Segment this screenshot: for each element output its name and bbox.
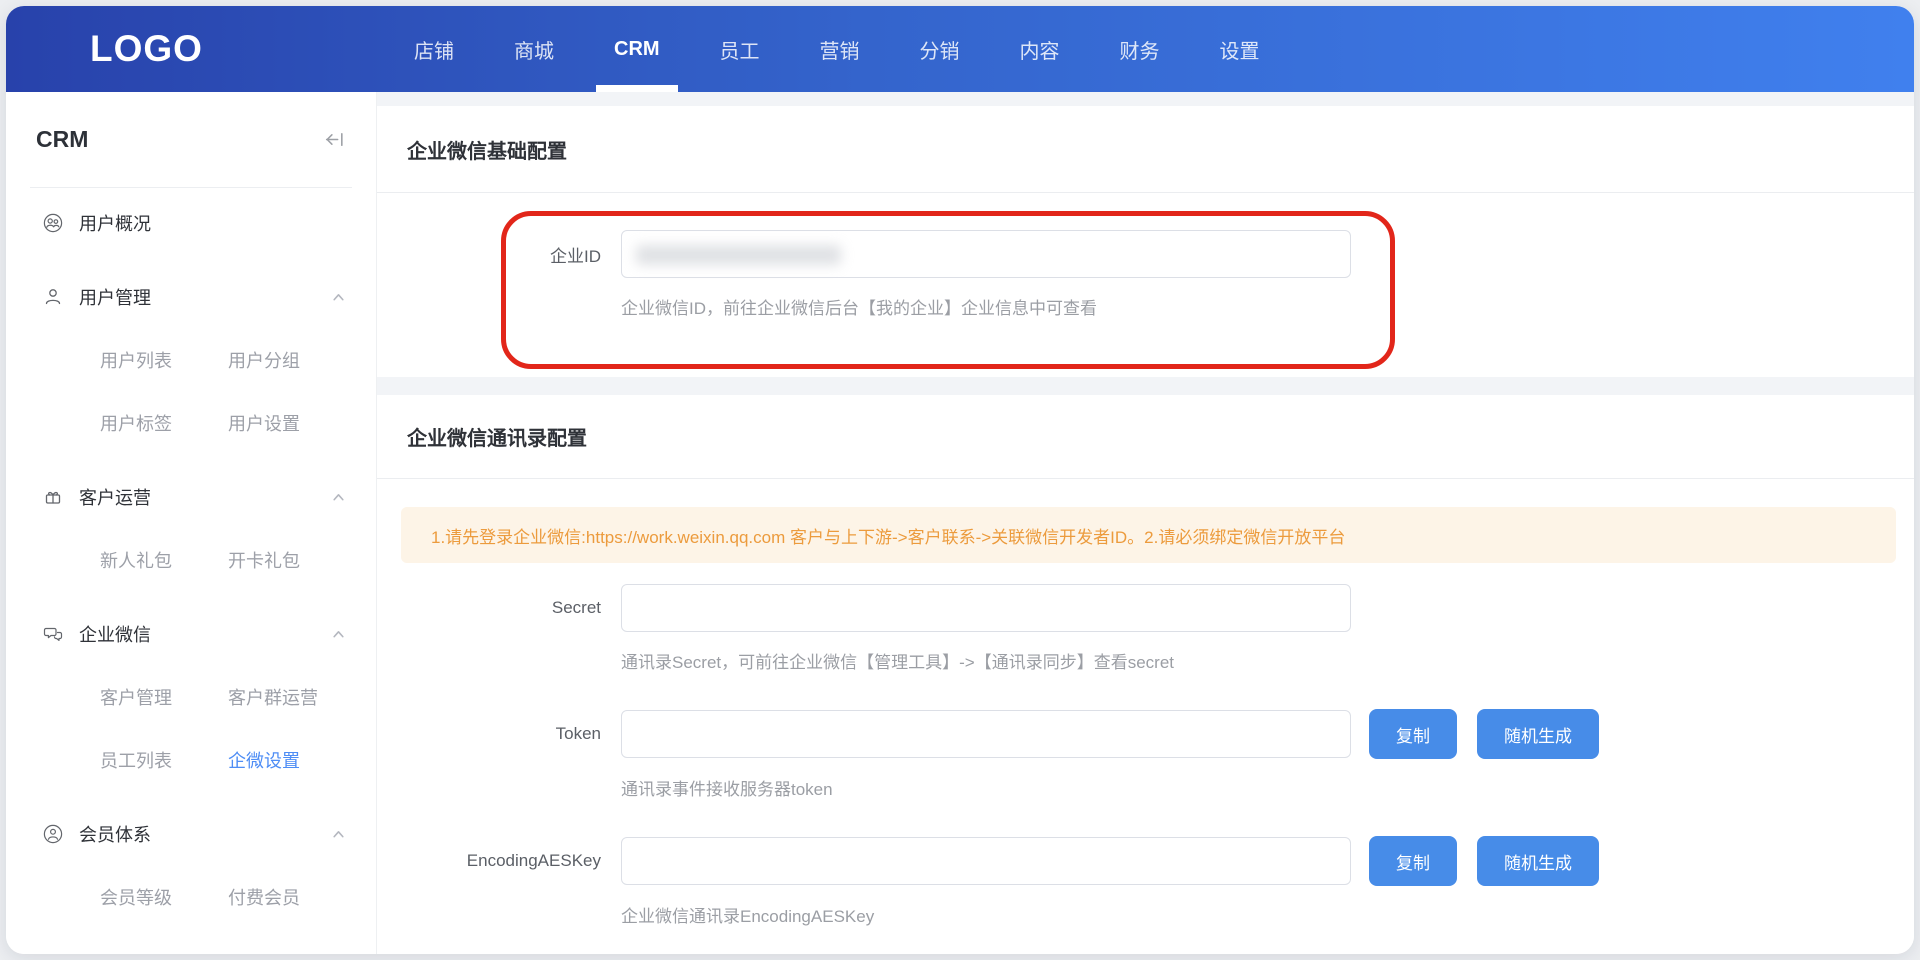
nav-item-mall[interactable]: 商城 bbox=[496, 6, 572, 92]
field-group-token: Token 复制随机生成通讯录事件接收服务器token bbox=[377, 709, 1914, 801]
sidebar-menu: 用户概况用户管理用户列表用户分组用户标签用户设置客户运营新人礼包开卡礼包企业微信… bbox=[6, 188, 376, 928]
sidebar-item-customer-group-operation[interactable]: 客户群运营 bbox=[228, 665, 352, 728]
field-row: Secret bbox=[377, 584, 1914, 632]
token-input-box bbox=[621, 710, 1351, 758]
section-title: 企业微信通讯录配置 bbox=[377, 395, 1914, 478]
section-wecom-contacts-config: 企业微信通讯录配置 1.请先登录企业微信:https://work.weixin.… bbox=[377, 395, 1914, 954]
form-area: Secret 通讯录Secret，可前往企业微信【管理工具】->【通讯录同步】查看… bbox=[377, 584, 1914, 928]
collapse-sidebar-icon[interactable] bbox=[323, 128, 346, 151]
encoding-aes-key-input-box bbox=[621, 837, 1351, 885]
nav-item-marketing[interactable]: 营销 bbox=[802, 6, 878, 92]
sidebar-item-user-settings[interactable]: 用户设置 bbox=[228, 391, 352, 454]
sidebar-item-users-overview[interactable]: 用户概况 bbox=[6, 192, 376, 254]
sidebar-item-member-level[interactable]: 会员等级 bbox=[100, 865, 228, 928]
field-row: Token 复制随机生成 bbox=[377, 709, 1914, 759]
submenu-user-management: 用户列表用户分组用户标签用户设置 bbox=[6, 328, 376, 454]
chevron-up-icon bbox=[331, 627, 346, 642]
user-icon bbox=[42, 286, 64, 308]
nav-item-crm[interactable]: CRM bbox=[596, 6, 678, 92]
nav-item-distribution[interactable]: 分销 bbox=[902, 6, 978, 92]
app-window: LOGO 店铺商城 CRM 员工营销分销内容财务设置 CRM 用户概况用户管理用户列… bbox=[6, 6, 1914, 954]
sidebar-group-user-management: 用户管理用户列表用户分组用户标签用户设置 bbox=[6, 266, 376, 454]
field-group-corp-id: 企业ID 企业微信ID，前往企业微信后台【我的企业】企业信息中可查看 bbox=[377, 230, 1914, 320]
sidebar-item-label: 会员体系 bbox=[79, 821, 331, 847]
encoding-aes-key-label: EncodingAESKey bbox=[377, 851, 621, 871]
encoding-aes-key-help-text: 企业微信通讯录EncodingAESKey bbox=[621, 906, 1914, 928]
sidebar-item-card-gift[interactable]: 开卡礼包 bbox=[228, 528, 352, 591]
submenu-customer-operation: 新人礼包开卡礼包 bbox=[6, 528, 376, 591]
section-wecom-basic-config: 企业微信基础配置企业ID 企业微信ID，前往企业微信后台【我的企业】企业信息中可查… bbox=[377, 106, 1914, 377]
submenu-membership: 会员等级付费会员 bbox=[6, 865, 376, 928]
sidebar-group-wechat-work: 企业微信客户管理客户群运营员工列表企微设置 bbox=[6, 603, 376, 791]
corp-id-input[interactable] bbox=[622, 231, 1350, 277]
sidebar-item-user-list[interactable]: 用户列表 bbox=[100, 328, 228, 391]
sidebar-item-customer-management[interactable]: 客户管理 bbox=[100, 665, 228, 728]
secret-label: Secret bbox=[377, 598, 621, 618]
copy-button[interactable]: 复制 bbox=[1369, 709, 1457, 759]
field-group-encoding-aes-key: EncodingAESKey 复制随机生成企业微信通讯录EncodingAESKe… bbox=[377, 836, 1914, 928]
sidebar-item-label: 用户概况 bbox=[79, 210, 346, 236]
corp-id-help-text: 企业微信ID，前往企业微信后台【我的企业】企业信息中可查看 bbox=[621, 298, 1914, 320]
token-label: Token bbox=[377, 724, 621, 744]
wechat-work-icon bbox=[42, 623, 64, 645]
top-nav-bar: LOGO 店铺商城 CRM 员工营销分销内容财务设置 bbox=[6, 6, 1914, 92]
sidebar-item-user-tag[interactable]: 用户标签 bbox=[100, 391, 228, 454]
sidebar-item-user-management[interactable]: 用户管理 bbox=[6, 266, 376, 328]
secret-input[interactable] bbox=[622, 585, 1350, 631]
form-area: 企业ID 企业微信ID，前往企业微信后台【我的企业】企业信息中可查看 bbox=[377, 230, 1914, 320]
member-icon bbox=[42, 823, 64, 845]
sidebar-item-staff-list[interactable]: 员工列表 bbox=[100, 728, 228, 791]
chevron-up-icon bbox=[331, 290, 346, 305]
field-row: EncodingAESKey 复制随机生成 bbox=[377, 836, 1914, 886]
random-generate-button[interactable]: 随机生成 bbox=[1477, 836, 1599, 886]
sidebar-item-user-group[interactable]: 用户分组 bbox=[228, 328, 352, 391]
sidebar-item-membership[interactable]: 会员体系 bbox=[6, 803, 376, 865]
nav-item-staff[interactable]: 员工 bbox=[702, 6, 778, 92]
secret-help-text: 通讯录Secret，可前往企业微信【管理工具】->【通讯录同步】查看secret bbox=[621, 652, 1914, 674]
nav-item-settings[interactable]: 设置 bbox=[1202, 6, 1278, 92]
divider bbox=[377, 478, 1914, 479]
sidebar-title: CRM bbox=[36, 126, 88, 153]
corp-id-label: 企业ID bbox=[377, 242, 621, 267]
notice-banner: 1.请先登录企业微信:https://work.weixin.qq.com 客户… bbox=[401, 507, 1896, 563]
random-generate-button[interactable]: 随机生成 bbox=[1477, 709, 1599, 759]
chevron-up-icon bbox=[331, 827, 346, 842]
submenu-wechat-work: 客户管理客户群运营员工列表企微设置 bbox=[6, 665, 376, 791]
token-input[interactable] bbox=[622, 711, 1350, 757]
body-row: CRM 用户概况用户管理用户列表用户分组用户标签用户设置客户运营新人礼包开卡礼包… bbox=[6, 92, 1914, 954]
nav-item-content[interactable]: 内容 bbox=[1002, 6, 1078, 92]
section-title: 企业微信基础配置 bbox=[377, 106, 1914, 192]
secret-input-box bbox=[621, 584, 1351, 632]
sidebar-item-customer-operation[interactable]: 客户运营 bbox=[6, 466, 376, 528]
field-row: 企业ID bbox=[377, 230, 1914, 278]
nav-items: 店铺商城 CRM 员工营销分销内容财务设置 bbox=[396, 6, 1278, 92]
sidebar-item-label: 客户运营 bbox=[79, 484, 331, 510]
encoding-aes-key-input[interactable] bbox=[622, 838, 1350, 884]
main-content: 企业微信基础配置企业ID 企业微信ID，前往企业微信后台【我的企业】企业信息中可查… bbox=[377, 92, 1914, 954]
logo: LOGO bbox=[90, 28, 203, 70]
sidebar-item-wechat-work[interactable]: 企业微信 bbox=[6, 603, 376, 665]
sidebar: CRM 用户概况用户管理用户列表用户分组用户标签用户设置客户运营新人礼包开卡礼包… bbox=[6, 92, 377, 954]
sidebar-item-wecom-settings[interactable]: 企微设置 bbox=[228, 728, 352, 791]
sidebar-group-membership: 会员体系会员等级付费会员 bbox=[6, 803, 376, 928]
corp-id-input-box bbox=[621, 230, 1351, 278]
section-gap bbox=[377, 377, 1914, 395]
sidebar-item-label: 企业微信 bbox=[79, 621, 331, 647]
nav-item-shop[interactable]: 店铺 bbox=[396, 6, 472, 92]
field-group-secret: Secret 通讯录Secret，可前往企业微信【管理工具】->【通讯录同步】查看… bbox=[377, 584, 1914, 674]
sidebar-group-users-overview: 用户概况 bbox=[6, 192, 376, 254]
sidebar-header: CRM bbox=[6, 92, 376, 187]
users-overview-icon bbox=[42, 212, 64, 234]
chevron-up-icon bbox=[331, 490, 346, 505]
sidebar-item-paid-member[interactable]: 付费会员 bbox=[228, 865, 352, 928]
divider bbox=[377, 192, 1914, 193]
sidebar-item-new-user-gift[interactable]: 新人礼包 bbox=[100, 528, 228, 591]
token-help-text: 通讯录事件接收服务器token bbox=[621, 779, 1914, 801]
copy-button[interactable]: 复制 bbox=[1369, 836, 1457, 886]
sidebar-group-customer-operation: 客户运营新人礼包开卡礼包 bbox=[6, 466, 376, 591]
gift-icon bbox=[42, 486, 64, 508]
nav-item-finance[interactable]: 财务 bbox=[1102, 6, 1178, 92]
sidebar-item-label: 用户管理 bbox=[79, 284, 331, 310]
